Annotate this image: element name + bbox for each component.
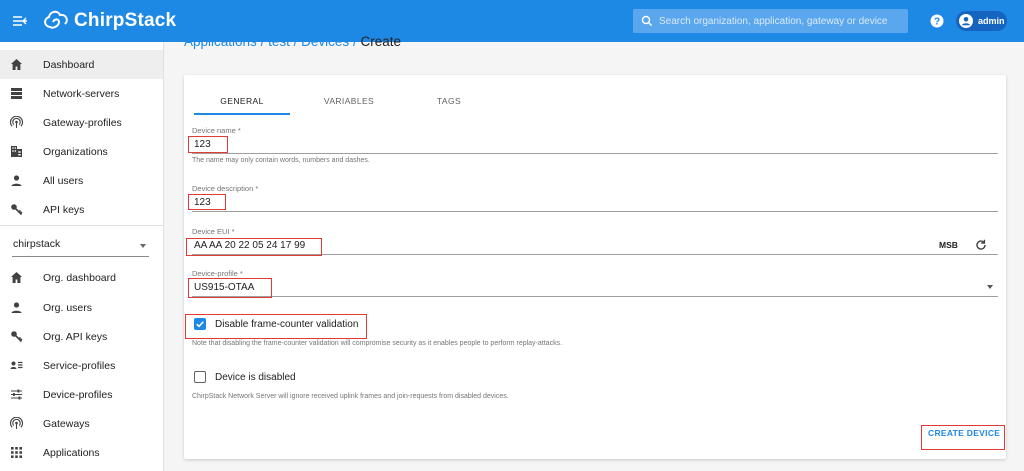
device-profile-label: Device-profile * bbox=[192, 269, 243, 278]
account-circle-icon bbox=[959, 14, 973, 28]
organization-select-value: chirpstack bbox=[13, 238, 61, 250]
tab-tags[interactable]: TAGS bbox=[394, 87, 504, 115]
contact-list-icon bbox=[10, 361, 23, 369]
key-icon bbox=[11, 331, 23, 343]
sidebar-item-label: API keys bbox=[43, 203, 85, 216]
sidebar-item-service-profiles[interactable]: Service-profiles bbox=[0, 351, 163, 380]
highlight-box bbox=[185, 314, 367, 339]
highlight-box bbox=[188, 136, 228, 153]
sidebar-item-org-users[interactable]: Org. users bbox=[0, 293, 163, 322]
highlight-box bbox=[188, 278, 272, 298]
tune-icon bbox=[11, 389, 22, 400]
chirpstack-logo-icon bbox=[44, 10, 68, 29]
sidebar-item-label: All users bbox=[43, 174, 84, 187]
highlight-box bbox=[186, 238, 322, 256]
device-name-underline bbox=[192, 153, 998, 154]
refresh-icon[interactable] bbox=[975, 239, 987, 251]
help-icon[interactable]: ? bbox=[930, 14, 944, 28]
sidebar-item-label: Applications bbox=[43, 446, 100, 459]
global-search[interactable] bbox=[633, 9, 908, 33]
apps-grid-icon bbox=[11, 447, 22, 458]
home-icon bbox=[11, 272, 22, 283]
svg-text:?: ? bbox=[934, 17, 940, 28]
device-description-underline bbox=[192, 211, 998, 212]
sidebar-item-label: Org. users bbox=[43, 301, 93, 314]
breadcrumb-separator: / bbox=[352, 34, 357, 49]
byte-order-toggle[interactable]: MSB bbox=[939, 240, 958, 250]
sidebar-item-network-servers[interactable]: Network-servers bbox=[0, 79, 163, 108]
sidebar-item-org-api-keys[interactable]: Org. API keys bbox=[0, 322, 163, 351]
device-name-helper: The name may only contain words, numbers… bbox=[192, 157, 370, 164]
server-icon bbox=[11, 88, 22, 99]
sidebar-item-device-profiles[interactable]: Device-profiles bbox=[0, 380, 163, 409]
device-profile-field[interactable]: Device-profile * US915-OTAA bbox=[192, 269, 998, 299]
sidebar-item-label: Service-profiles bbox=[43, 359, 116, 372]
breadcrumb-link-application[interactable]: test bbox=[268, 34, 290, 49]
device-name-field: Device name * 123 The name may only cont… bbox=[192, 126, 998, 168]
breadcrumb-link-devices[interactable]: Devices bbox=[301, 34, 349, 49]
sidebar-item-gateways[interactable]: Gateways bbox=[0, 409, 163, 438]
tab-general[interactable]: GENERAL bbox=[194, 87, 290, 115]
building-icon bbox=[11, 146, 22, 157]
disable-fcnt-note: Note that disabling the frame-counter va… bbox=[192, 340, 563, 347]
sidebar-item-label: Device-profiles bbox=[43, 388, 113, 401]
sidebar-item-label: Dashboard bbox=[43, 58, 95, 71]
top-app-bar: ChirpStack ? admin bbox=[0, 0, 1024, 42]
sidebar-item-all-users[interactable]: All users bbox=[0, 166, 163, 195]
radio-tower-icon bbox=[10, 417, 23, 429]
device-disabled-checkbox[interactable] bbox=[194, 371, 206, 383]
sidebar-divider bbox=[0, 225, 163, 226]
device-description-label: Device description * bbox=[192, 184, 259, 193]
radio-tower-icon bbox=[10, 116, 23, 128]
sidebar: Dashboard Network-servers Gateway-profil… bbox=[0, 42, 164, 471]
breadcrumb: Applications / test / Devices / Create bbox=[184, 34, 401, 49]
sidebar-item-label: Gateway-profiles bbox=[43, 116, 122, 129]
sidebar-item-organizations[interactable]: Organizations bbox=[0, 137, 163, 166]
sidebar-item-label: Gateways bbox=[43, 417, 90, 430]
sidebar-item-label: Org. API keys bbox=[43, 330, 108, 343]
sidebar-item-label: Organizations bbox=[43, 145, 108, 158]
tab-variables[interactable]: VARIABLES bbox=[294, 87, 404, 115]
device-profile-underline bbox=[192, 296, 998, 297]
brand-logo[interactable]: ChirpStack bbox=[41, 7, 176, 35]
device-disabled-note: ChirpStack Network Server will ignore re… bbox=[192, 393, 509, 400]
device-eui-label: Device EUI * bbox=[192, 227, 235, 236]
device-disabled-label: Device is disabled bbox=[215, 371, 296, 383]
device-form-card: GENERAL VARIABLES TAGS Device name * 123… bbox=[184, 75, 1006, 459]
sidebar-item-api-keys[interactable]: API keys bbox=[0, 195, 163, 224]
search-icon bbox=[641, 15, 653, 27]
dropdown-caret-icon[interactable] bbox=[987, 285, 993, 289]
highlight-box bbox=[921, 425, 1005, 450]
device-disabled-checkbox-row[interactable]: Device is disabled bbox=[194, 371, 296, 383]
sidebar-item-label: Network-servers bbox=[43, 87, 120, 100]
person-icon bbox=[11, 302, 22, 313]
breadcrumb-separator: / bbox=[260, 34, 265, 49]
sidebar-item-gateway-profiles[interactable]: Gateway-profiles bbox=[0, 108, 163, 137]
breadcrumb-separator: / bbox=[293, 34, 298, 49]
organization-select[interactable]: chirpstack bbox=[12, 235, 149, 257]
menu-collapse-icon[interactable] bbox=[12, 13, 28, 29]
sidebar-item-dashboard[interactable]: Dashboard bbox=[0, 50, 163, 79]
person-icon bbox=[11, 175, 22, 186]
sidebar-item-label: Org. dashboard bbox=[43, 271, 116, 284]
sidebar-item-applications[interactable]: Applications bbox=[0, 438, 163, 467]
tab-indicator bbox=[194, 113, 290, 115]
brand-name: ChirpStack bbox=[74, 10, 177, 31]
highlight-box bbox=[188, 194, 226, 210]
user-name: admin bbox=[978, 16, 1005, 26]
search-input[interactable] bbox=[659, 15, 899, 27]
key-icon bbox=[11, 204, 23, 216]
device-description-field: Device description * 123 bbox=[192, 184, 998, 214]
breadcrumb-current: Create bbox=[360, 34, 401, 49]
breadcrumb-link-applications[interactable]: Applications bbox=[184, 34, 257, 49]
home-icon bbox=[11, 59, 22, 70]
user-menu-button[interactable]: admin bbox=[956, 11, 1007, 31]
device-name-label: Device name * bbox=[192, 126, 241, 135]
sidebar-item-org-dashboard[interactable]: Org. dashboard bbox=[0, 263, 163, 292]
dropdown-caret-icon bbox=[140, 244, 146, 248]
